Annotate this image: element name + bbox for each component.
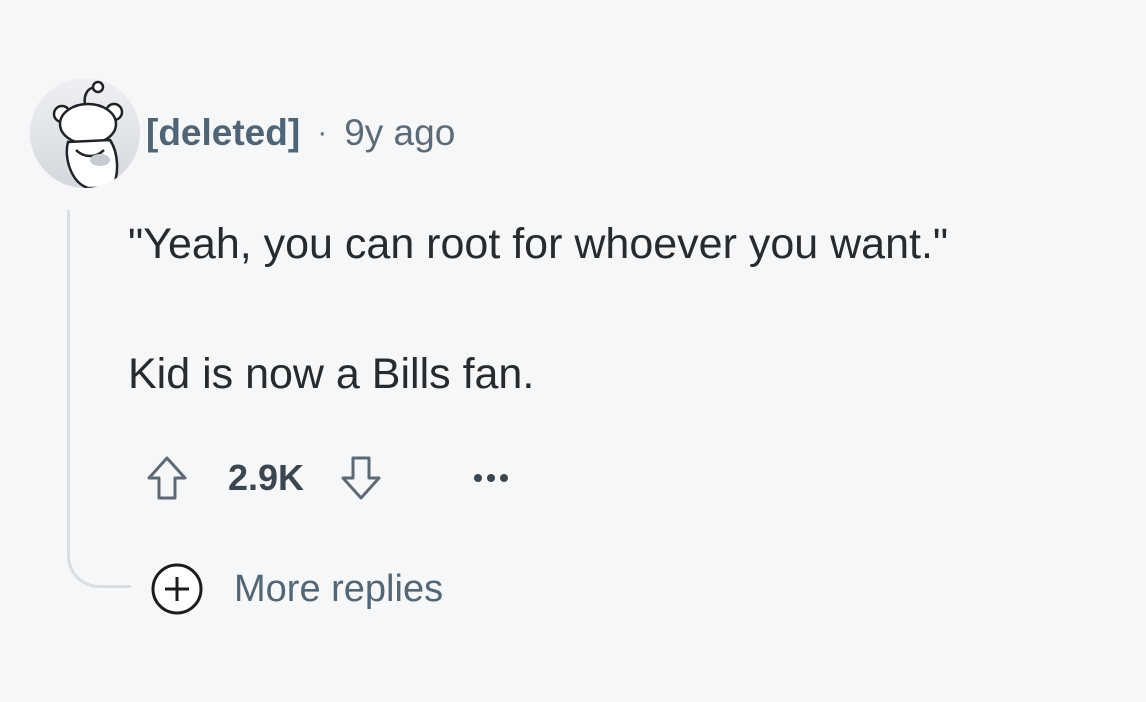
user-avatar[interactable] xyxy=(30,78,140,188)
comment-actions: 2.9K xyxy=(140,450,514,506)
comment: [deleted] · 9y ago "Yeah, you can root f… xyxy=(0,0,1146,702)
snoo-avatar-icon xyxy=(52,80,124,188)
upvote-button[interactable] xyxy=(140,451,194,505)
comment-body-line: "Yeah, you can root for whoever you want… xyxy=(128,220,949,268)
author-name[interactable]: [deleted] xyxy=(146,112,300,154)
vote-score: 2.9K xyxy=(228,457,305,498)
plus-circle-icon xyxy=(150,562,204,616)
arrow-up-icon xyxy=(147,456,187,500)
thread-line[interactable] xyxy=(67,210,131,588)
timestamp[interactable]: 9y ago xyxy=(344,112,455,154)
comment-meta: [deleted] · 9y ago xyxy=(146,108,455,158)
arrow-down-icon xyxy=(341,456,381,500)
overflow-menu-button[interactable] xyxy=(468,455,514,501)
downvote-button[interactable] xyxy=(334,451,388,505)
meta-separator: · xyxy=(317,116,328,149)
more-replies-button[interactable]: More replies xyxy=(150,562,443,616)
comment-body-line: Kid is now a Bills fan. xyxy=(128,350,535,398)
ellipsis-icon xyxy=(474,474,509,482)
more-replies-label: More replies xyxy=(234,567,444,610)
